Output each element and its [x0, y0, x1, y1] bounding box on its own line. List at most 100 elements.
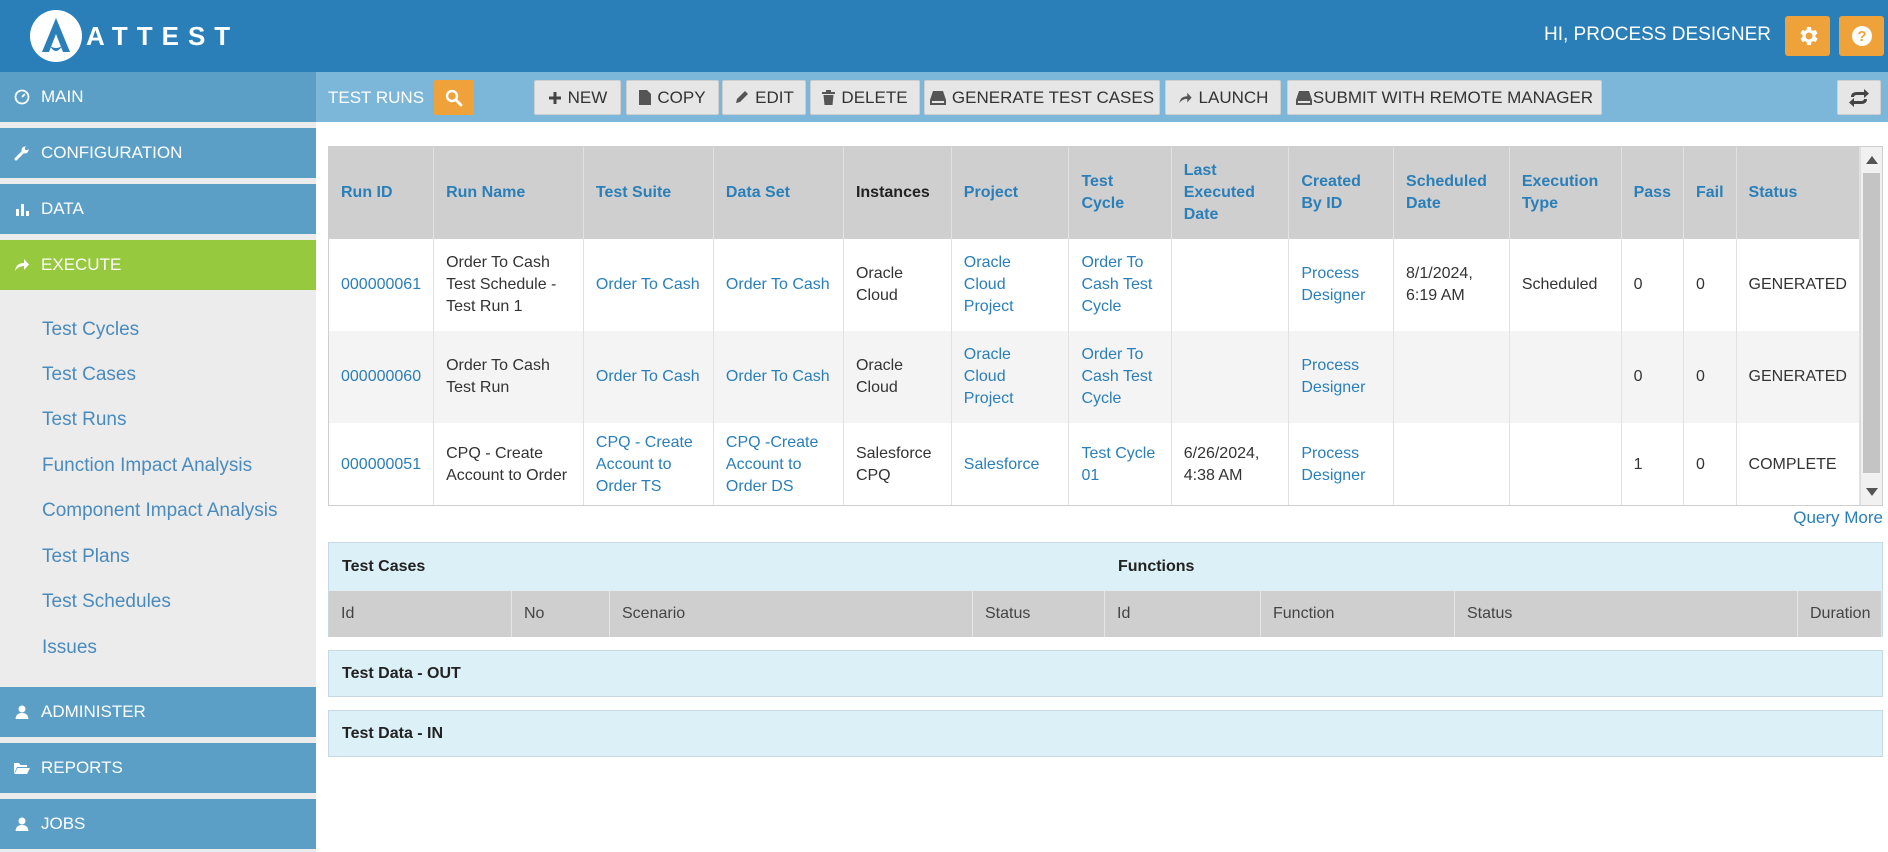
column-header[interactable]: Test Cycle: [1068, 147, 1172, 239]
delete-button[interactable]: DELETE: [810, 80, 920, 115]
nav-data[interactable]: DATA: [0, 184, 316, 234]
column-header[interactable]: Project: [951, 147, 1070, 239]
test-suite-link[interactable]: CPQ - Create Account to Order TS: [583, 423, 714, 505]
created-by-link[interactable]: Process Designer: [1288, 331, 1395, 423]
question-icon: ?: [1851, 26, 1872, 46]
test-cycle-link[interactable]: Order To Cash Test Cycle: [1068, 331, 1172, 423]
sidebar-item-function-impact-analysis[interactable]: Function Impact Analysis: [42, 455, 252, 477]
nav-reports[interactable]: REPORTS: [0, 743, 316, 793]
status: GENERATED: [1736, 331, 1861, 423]
nav-main[interactable]: MAIN: [0, 72, 316, 122]
last-executed-date: 6/26/2024, 4:38 AM: [1171, 423, 1290, 505]
data-set-link[interactable]: CPQ -Create Account to Order DS: [713, 423, 844, 505]
sidebar-item-test-runs[interactable]: Test Runs: [42, 409, 126, 431]
nav-jobs[interactable]: JOBS: [0, 799, 316, 849]
logo-text: ATTEST: [86, 20, 240, 51]
table-row[interactable]: 000000061 Order To Cash Test Schedule - …: [329, 239, 1861, 331]
nav-execute[interactable]: EXECUTE: [0, 240, 316, 290]
scroll-down-arrow-icon[interactable]: [1866, 488, 1878, 496]
generate-test-cases-button[interactable]: GENERATE TEST CASES: [924, 80, 1160, 115]
run-id-link[interactable]: 000000061: [329, 239, 435, 331]
column-header[interactable]: Scheduled Date: [1393, 147, 1510, 239]
scrollbar-thumb[interactable]: [1863, 173, 1880, 473]
column-header[interactable]: Id: [329, 591, 512, 637]
sidebar-item-component-impact-analysis[interactable]: Component Impact Analysis: [42, 500, 278, 522]
column-header[interactable]: Status: [1455, 591, 1798, 637]
submit-remote-manager-button[interactable]: SUBMIT WITH REMOTE MANAGER: [1287, 80, 1602, 115]
toolbar: TEST RUNS NEW COPY EDIT DELETE GENERATE …: [316, 72, 1888, 122]
pass-count: 1: [1621, 423, 1684, 505]
column-header[interactable]: Scenario: [610, 591, 973, 637]
settings-button[interactable]: [1785, 16, 1830, 56]
scroll-up-arrow-icon[interactable]: [1866, 156, 1878, 164]
wrench-icon: [11, 145, 33, 161]
new-button[interactable]: NEW: [534, 80, 621, 115]
test-cases-title: Test Cases: [342, 558, 426, 575]
sidebar-item-issues[interactable]: Issues: [42, 637, 97, 659]
run-id-link[interactable]: 000000060: [329, 331, 435, 423]
column-header[interactable]: Test Suite: [583, 147, 714, 239]
test-data-in-title: Test Data - IN: [342, 725, 444, 742]
execution-type: [1509, 331, 1622, 423]
column-header[interactable]: Id: [1105, 591, 1261, 637]
sidebar-item-test-cycles[interactable]: Test Cycles: [42, 319, 139, 341]
created-by-link[interactable]: Process Designer: [1288, 423, 1395, 505]
user-icon: [11, 816, 33, 832]
test-cycle-link[interactable]: Test Cycle 01: [1068, 423, 1172, 505]
table-row[interactable]: 000000051 CPQ - Create Account to Order …: [329, 423, 1861, 505]
bar-chart-icon: [11, 201, 33, 217]
sidebar-item-test-schedules[interactable]: Test Schedules: [42, 591, 171, 613]
app-header: ATTEST HI, PROCESS DESIGNER ?: [0, 0, 1888, 72]
test-cycle-link[interactable]: Order To Cash Test Cycle: [1068, 239, 1172, 331]
fail-count: 0: [1683, 331, 1737, 423]
column-header[interactable]: Status: [973, 591, 1105, 637]
edit-button[interactable]: EDIT: [722, 80, 806, 115]
test-data-in-panel[interactable]: Test Data - IN: [328, 710, 1883, 757]
sidebar-item-test-plans[interactable]: Test Plans: [42, 546, 130, 568]
search-button[interactable]: [434, 80, 474, 115]
nav-jobs-label: JOBS: [41, 814, 86, 833]
run-id-link[interactable]: 000000051: [329, 423, 435, 505]
column-header[interactable]: Fail: [1683, 147, 1737, 239]
share-arrow-icon: [11, 257, 33, 273]
column-header[interactable]: No: [512, 591, 610, 637]
nav-administer[interactable]: ADMINISTER: [0, 687, 316, 737]
sidebar-item-test-cases[interactable]: Test Cases: [42, 364, 136, 386]
instances: Oracle Cloud: [843, 239, 952, 331]
query-more-link[interactable]: Query More: [1793, 508, 1883, 528]
project-link[interactable]: Oracle Cloud Project: [951, 331, 1070, 423]
fail-count: 0: [1683, 423, 1737, 505]
help-button[interactable]: ?: [1839, 16, 1884, 56]
nav-configuration[interactable]: CONFIGURATION: [0, 128, 316, 178]
table-scrollbar[interactable]: [1860, 147, 1882, 505]
column-header[interactable]: Duration: [1798, 591, 1882, 637]
project-link[interactable]: Oracle Cloud Project: [951, 239, 1070, 331]
test-data-out-title: Test Data - OUT: [342, 665, 461, 682]
file-icon: [639, 90, 652, 105]
column-header[interactable]: Status: [1736, 147, 1861, 239]
run-name: CPQ - Create Account to Order: [433, 423, 584, 505]
test-suite-link[interactable]: Order To Cash: [583, 239, 714, 331]
launch-button[interactable]: LAUNCH: [1165, 80, 1281, 115]
data-set-link[interactable]: Order To Cash: [713, 239, 844, 331]
created-by-link[interactable]: Process Designer: [1288, 239, 1395, 331]
gear-icon: [1799, 27, 1818, 45]
column-header[interactable]: Run ID: [329, 147, 435, 239]
column-header[interactable]: Run Name: [433, 147, 584, 239]
project-link[interactable]: Salesforce: [951, 423, 1070, 505]
column-header[interactable]: Function: [1261, 591, 1455, 637]
column-header[interactable]: Execution Type: [1509, 147, 1622, 239]
column-header[interactable]: Pass: [1621, 147, 1684, 239]
test-data-out-panel[interactable]: Test Data - OUT: [328, 650, 1883, 697]
search-icon: [445, 89, 463, 106]
copy-button[interactable]: COPY: [626, 80, 719, 115]
table-row[interactable]: 000000060 Order To Cash Test Run Order T…: [329, 331, 1861, 423]
data-set-link[interactable]: Order To Cash: [713, 331, 844, 423]
column-header[interactable]: Last Executed Date: [1171, 147, 1290, 239]
submit-remote-manager-label: SUBMIT WITH REMOTE MANAGER: [1312, 87, 1594, 107]
column-header[interactable]: Created By ID: [1288, 147, 1395, 239]
column-header[interactable]: Data Set: [713, 147, 844, 239]
logo[interactable]: ATTEST: [30, 10, 239, 62]
test-suite-link[interactable]: Order To Cash: [583, 331, 714, 423]
refresh-button[interactable]: [1837, 80, 1881, 115]
